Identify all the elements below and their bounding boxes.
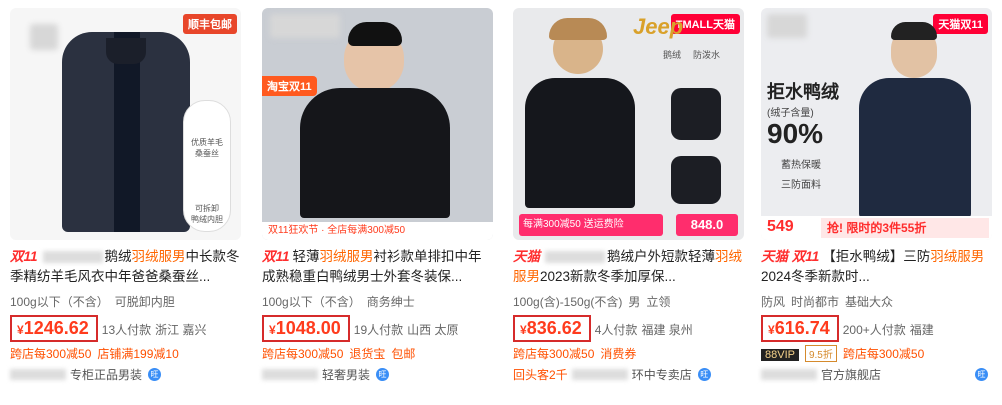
- tmall-double11-tag: 天猫 双11: [761, 249, 820, 264]
- shop-link[interactable]: 轻奢男装旺: [262, 365, 493, 383]
- promotions: 跨店每300减50 店铺满199减10: [10, 345, 241, 361]
- shop-link[interactable]: 官方旗舰店 旺: [761, 365, 992, 383]
- promo: 跨店每300减50: [262, 347, 344, 361]
- attribute: 100g以下（不含）: [10, 295, 109, 309]
- image-footer-price: 549: [767, 218, 794, 235]
- product-title[interactable]: 双11 轻薄羽绒服男衬衫款单排扣中年成熟稳重白鸭绒男士外套冬装保...: [262, 247, 493, 287]
- title-text: 轻薄: [292, 249, 320, 264]
- product-card[interactable]: 顺丰包邮 优质羊毛 桑蚕丝 可拆卸 鸭绒内胆 双11 鹅绒羽绒服男中长款冬季精纺羊…: [10, 8, 241, 400]
- product-image[interactable]: TMALL天猫 Jeep 鹅绒 防泼水 每满300减50 送运费险 848.0: [513, 8, 744, 240]
- inset-label: 鸭绒内胆: [191, 215, 223, 224]
- title-highlight: 羽绒服男: [131, 249, 186, 264]
- price-row: ¥1048.00 19人付款 山西 太原: [262, 315, 493, 342]
- product-image[interactable]: 顺丰包邮 优质羊毛 桑蚕丝 可拆卸 鸭绒内胆: [10, 8, 241, 240]
- feature-label: 鹅绒: [663, 50, 682, 60]
- price: ¥1246.62: [10, 315, 98, 342]
- promo: 跨店每300减50: [10, 347, 92, 361]
- product-title[interactable]: 天猫 双11 【拒水鸭绒】三防羽绒服男 2024冬季新款时...: [761, 247, 992, 287]
- product-attributes: 防风 时尚都市 基础大众: [761, 293, 992, 311]
- attribute: 男: [628, 295, 641, 309]
- attribute: 立领: [646, 295, 671, 309]
- shop-name[interactable]: 专柜正品男装: [70, 366, 142, 383]
- product-card[interactable]: 天猫双11 拒水鸭绒 (绒子含量) 90% 蓄热保暖 三防面料 549 抢! 限…: [761, 8, 992, 400]
- price: ¥616.74: [761, 315, 839, 342]
- product-title[interactable]: 天猫 鹅绒户外短款轻薄羽绒服男2023新款冬季加厚保...: [513, 247, 744, 287]
- location: 山西 太原: [407, 323, 459, 337]
- repeat-customer-badge: 回头客2千: [513, 367, 568, 382]
- promo: 店铺满199减10: [97, 347, 179, 361]
- location: 浙江 嘉兴: [155, 323, 207, 337]
- price: ¥1048.00: [262, 315, 350, 342]
- attribute: 防风: [761, 295, 786, 309]
- promotions: 跨店每300减50 消费券: [513, 345, 744, 361]
- shop-name[interactable]: 环中专卖店: [632, 366, 692, 383]
- title-text: 2024冬季新款时...: [761, 269, 870, 284]
- promo: 跨店每300减50: [513, 347, 595, 361]
- product-image[interactable]: 天猫双11 拒水鸭绒 (绒子含量) 90% 蓄热保暖 三防面料 549 抢! 限…: [761, 8, 992, 240]
- attribute: 时尚都市: [791, 295, 840, 309]
- vip-discount: 9.5折: [804, 345, 837, 362]
- product-image[interactable]: 淘宝双11 双11狂欢节 · 全店每满300减50: [262, 8, 493, 240]
- sales-count: 4人付款: [594, 323, 638, 337]
- product-card[interactable]: TMALL天猫 Jeep 鹅绒 防泼水 每满300减50 送运费险 848.0 天…: [513, 8, 744, 400]
- promo: 退货宝: [349, 347, 386, 361]
- image-footer-promo: 抢! 限时的3件55折: [821, 218, 989, 238]
- double11-tag: 双11: [10, 249, 38, 264]
- feature-label: 防泼水: [693, 50, 721, 60]
- product-title[interactable]: 双11 鹅绒羽绒服男中长款冬季精纺羊毛风衣中年爸爸桑蚕丝...: [10, 247, 241, 287]
- title-highlight: 羽绒服男: [930, 249, 985, 264]
- promo: 跨店每300减50: [842, 347, 925, 361]
- wangwang-icon[interactable]: 旺: [148, 367, 162, 381]
- promo: 消费券: [600, 347, 637, 361]
- jacket-illustration: [513, 8, 744, 240]
- attribute: 可脱卸内胆: [114, 295, 175, 309]
- product-attributes: 100g以下（不含） 可脱卸内胆: [10, 293, 241, 311]
- attribute: 基础大众: [845, 295, 894, 309]
- shop-name[interactable]: 官方旗舰店: [821, 366, 881, 383]
- location: 福建 泉州: [641, 323, 693, 337]
- title-text: 2023新款冬季加厚保...: [540, 269, 676, 284]
- location: 福建: [909, 323, 934, 337]
- product-card[interactable]: 淘宝双11 双11狂欢节 · 全店每满300减50 双11 轻薄羽绒服男衬衫款单排…: [262, 8, 493, 400]
- title-text: 【拒水鸭绒】三防: [822, 249, 931, 264]
- promotions: 88VIP 9.5折 跨店每300减50: [761, 345, 992, 362]
- promo: 包邮: [391, 347, 416, 361]
- image-promo-banner: 每满300减50 送运费险: [519, 214, 663, 236]
- sales-count: 13人付款: [101, 323, 152, 337]
- shop-link[interactable]: 专柜正品男装旺: [10, 365, 241, 383]
- image-banner: 双11狂欢节 · 全店每满300减50: [262, 222, 493, 240]
- double11-tag: 双11: [262, 249, 290, 264]
- wangwang-icon[interactable]: 旺: [975, 367, 988, 381]
- jacket-illustration: [761, 8, 992, 240]
- jacket-illustration: [262, 8, 493, 240]
- 88vip-badge: 88VIP: [761, 349, 799, 361]
- product-grid: 顺丰包邮 优质羊毛 桑蚕丝 可拆卸 鸭绒内胆 双11 鹅绒羽绒服男中长款冬季精纺羊…: [0, 0, 1002, 405]
- price-row: ¥1246.62 13人付款 浙江 嘉兴: [10, 315, 241, 342]
- attribute: 100g以下（不含）: [262, 295, 361, 309]
- sales-count: 19人付款: [353, 323, 404, 337]
- inset-label: 优质羊毛: [191, 138, 223, 147]
- sales-count: 200+人付款: [842, 323, 906, 337]
- attribute: 100g(含)-150g(不含): [513, 295, 623, 309]
- title-text: 鹅绒: [104, 249, 132, 264]
- wangwang-icon[interactable]: 旺: [697, 367, 711, 381]
- price-row: ¥836.62 4人付款 福建 泉州: [513, 315, 744, 342]
- wangwang-icon[interactable]: 旺: [376, 367, 390, 381]
- title-highlight: 羽绒服男: [319, 249, 374, 264]
- product-attributes: 100g以下（不含） 商务绅士: [262, 293, 493, 311]
- shop-name[interactable]: 轻奢男装: [322, 366, 370, 383]
- image-promo-price: 848.0: [676, 214, 738, 236]
- product-attributes: 100g(含)-150g(不含) 男立领: [513, 293, 744, 311]
- attribute: 商务绅士: [366, 295, 415, 309]
- inset-label: 可拆卸: [195, 204, 219, 213]
- inset-label: 桑蚕丝: [195, 149, 219, 158]
- price: ¥836.62: [513, 315, 591, 342]
- price-row: ¥616.74 200+人付款 福建: [761, 315, 992, 342]
- shop-link[interactable]: 回头客2千 环中专卖店旺: [513, 365, 744, 383]
- title-text: 鹅绒户外短款轻薄: [607, 249, 715, 264]
- tmall-tag: 天猫: [513, 249, 540, 264]
- promotions: 跨店每300减50 退货宝 包邮: [262, 345, 493, 361]
